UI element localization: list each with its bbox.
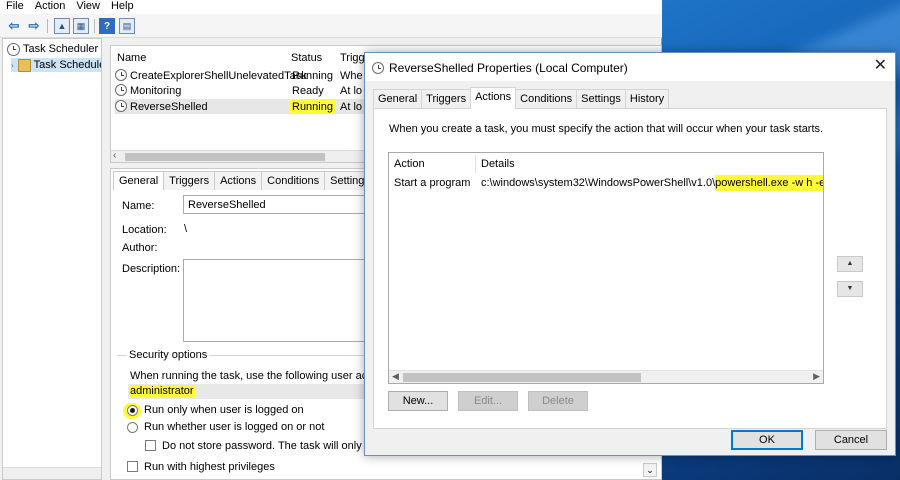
radio-run-whether[interactable] <box>127 422 138 433</box>
scroll-left-icon[interactable]: ◀ <box>392 371 399 382</box>
close-icon[interactable]: ✕ <box>874 58 887 74</box>
tree-library-node[interactable]: › Task Schedule <box>11 58 102 72</box>
ok-button[interactable]: OK <box>731 430 803 450</box>
task-name: Monitoring <box>130 84 182 97</box>
description-label: Description: <box>122 263 181 275</box>
tab-settings[interactable]: Settings <box>576 89 626 109</box>
author-label: Author: <box>122 242 158 254</box>
actions-description: When you create a task, you must specify… <box>389 123 824 135</box>
new-action-button[interactable]: New... <box>388 391 448 411</box>
highest-privileges-label: Run with highest privileges <box>144 461 275 473</box>
move-up-button[interactable]: ▲ <box>837 256 863 272</box>
location-label: Location: <box>122 224 167 236</box>
column-header-details[interactable]: Details <box>481 158 515 170</box>
actions-list-horizontal-scrollbar[interactable]: ◀ ▶ <box>389 370 823 383</box>
detail-tab-general[interactable]: General <box>113 171 165 190</box>
task-name: ReverseShelled <box>130 100 208 113</box>
menu-bar: File Action View Help <box>0 0 662 14</box>
user-account-field: administrator <box>128 384 368 399</box>
column-header-triggers[interactable]: Trigg <box>340 52 365 64</box>
actions-list: Action Details Start a program c:\window… <box>388 152 824 384</box>
user-account-value: administrator <box>129 385 195 397</box>
detail-tab-actions[interactable]: Actions <box>214 171 263 190</box>
radio-run-logged-on[interactable] <box>127 405 138 416</box>
task-clock-icon <box>115 69 127 81</box>
tab-triggers[interactable]: Triggers <box>421 89 472 109</box>
dialog-tabs: General Triggers Actions Conditions Sett… <box>373 87 670 109</box>
task-status-highlighted: Running <box>290 99 335 114</box>
task-status: Running <box>292 69 333 82</box>
help-icon[interactable]: ? <box>99 18 115 34</box>
radio-run-whether-label: Run whether user is logged on or not <box>144 421 325 433</box>
task-clock-icon <box>115 100 127 112</box>
back-arrow-icon[interactable]: ⇦ <box>6 18 22 34</box>
action-details-path: c:\windows\system32\WindowsPowerShell\v1… <box>481 177 716 189</box>
column-header-status[interactable]: Status <box>291 52 322 64</box>
radio-run-logged-on-label: Run only when user is logged on <box>144 404 304 416</box>
tab-general[interactable]: General <box>373 89 423 109</box>
name-field[interactable]: ReverseShelled <box>183 195 383 214</box>
expand-chevron-icon[interactable]: › <box>11 61 14 70</box>
properties-pane-icon[interactable]: ▤ <box>119 18 135 34</box>
properties-dialog: ReverseShelled Properties (Local Compute… <box>364 52 896 456</box>
task-scheduler-icon <box>372 62 384 74</box>
task-trigger: Whe <box>340 69 363 82</box>
security-text: When running the task, use the following… <box>130 370 385 382</box>
up-folder-icon[interactable]: ▲ <box>54 18 70 34</box>
checkbox-do-not-store-password[interactable] <box>145 440 156 451</box>
dialog-titlebar: ReverseShelled Properties (Local Compute… <box>365 53 895 81</box>
do-not-store-password-label: Do not store password. The task will onl… <box>162 440 383 452</box>
location-value: \ <box>184 223 188 235</box>
detail-tabs: General Triggers Actions Conditions Sett… <box>113 171 395 191</box>
menu-view[interactable]: View <box>70 0 105 14</box>
task-clock-icon <box>115 84 127 96</box>
tree-horizontal-scrollbar[interactable] <box>3 467 101 479</box>
menu-help[interactable]: Help <box>105 0 139 14</box>
tab-conditions[interactable]: Conditions <box>515 89 578 109</box>
tree-root-label: Task Scheduler (L <box>23 43 101 55</box>
description-field[interactable] <box>183 259 383 342</box>
scroll-thumb[interactable] <box>403 373 641 382</box>
edit-action-button[interactable]: Edit... <box>458 391 518 411</box>
action-details: c:\windows\system32\WindowsPowerShell\v1… <box>481 175 823 191</box>
action-row[interactable]: Start a program c:\windows\system32\Wind… <box>389 175 823 192</box>
scroll-left-icon[interactable]: ‹ <box>113 150 116 161</box>
tree-root[interactable]: Task Scheduler (L <box>7 42 101 56</box>
menu-file[interactable]: File <box>0 0 29 14</box>
scroll-thumb[interactable] <box>125 153 325 161</box>
column-header-action[interactable]: Action <box>394 158 425 170</box>
detail-tab-triggers[interactable]: Triggers <box>163 171 216 190</box>
delete-action-button[interactable]: Delete <box>528 391 588 411</box>
column-header-name[interactable]: Name <box>117 52 146 64</box>
name-value: ReverseShelled <box>188 199 266 211</box>
checkbox-highest-privileges[interactable] <box>127 461 138 472</box>
action-details-command-highlighted: powershell.exe -w h -exec by <box>715 175 823 191</box>
tab-actions[interactable]: Actions <box>470 87 517 109</box>
dialog-title: ReverseShelled Properties (Local Compute… <box>389 61 628 75</box>
menu-action[interactable]: Action <box>29 0 71 14</box>
task-status: Ready <box>292 84 324 97</box>
navigation-tree: Task Scheduler (L › Task Schedule <box>2 38 102 480</box>
scroll-down-icon[interactable]: ⌄ <box>643 463 657 477</box>
folder-icon <box>17 58 31 72</box>
forward-arrow-icon[interactable]: ⇨ <box>26 18 42 34</box>
toolbar: ⇦ ⇨ ▲ ▦ ? ▤ <box>0 14 662 38</box>
tree-library-label: Task Schedule <box>33 59 102 71</box>
actions-tab-panel: When you create a task, you must specify… <box>373 108 887 429</box>
task-trigger: At lo <box>340 84 363 97</box>
task-name: CreateExplorerShellUnelevatedTask <box>130 69 307 82</box>
detail-tab-conditions[interactable]: Conditions <box>261 171 326 190</box>
move-down-button[interactable]: ▼ <box>837 281 863 297</box>
security-options-title: Security options <box>127 349 210 361</box>
action-type: Start a program <box>394 177 471 189</box>
name-label: Name: <box>122 200 155 212</box>
tab-history[interactable]: History <box>624 89 670 109</box>
show-hide-tree-icon[interactable]: ▦ <box>73 18 89 34</box>
task-trigger: At lo <box>340 100 363 113</box>
scroll-right-icon[interactable]: ▶ <box>813 371 820 382</box>
clock-icon <box>7 42 20 56</box>
cancel-button[interactable]: Cancel <box>815 430 887 450</box>
